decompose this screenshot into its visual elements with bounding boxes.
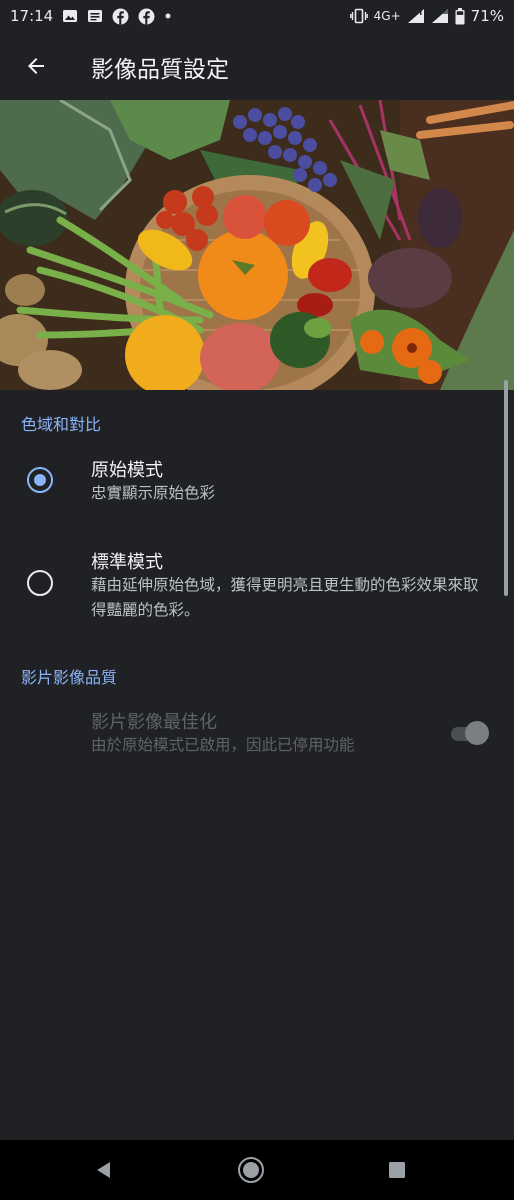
network-label: 4G+	[373, 9, 401, 23]
radio-original-mode[interactable]	[27, 467, 53, 493]
battery-icon	[455, 7, 465, 25]
status-time: 17:14	[10, 7, 54, 25]
nav-recents-button[interactable]	[381, 1154, 413, 1186]
option-original-mode[interactable]: 原始模式 忠實顯示原始色彩	[0, 448, 500, 518]
facebook-icon	[138, 8, 155, 25]
nav-back-button[interactable]	[88, 1154, 120, 1186]
dot-icon	[164, 12, 172, 20]
scrollbar[interactable]	[504, 380, 508, 596]
signal-icon	[407, 8, 425, 24]
news-icon	[87, 8, 103, 24]
screen: 17:14 4G+ 71% 影像品質設定 色域和對比 原始模式 忠實顯示原始色彩…	[0, 0, 514, 1200]
back-triangle-icon	[97, 1162, 110, 1178]
vegetable-basket-image	[0, 100, 514, 390]
video-optimization-item: 影片影像最佳化 由於原始模式已啟用，因此已停用功能	[0, 700, 500, 766]
recents-square-icon	[389, 1162, 405, 1178]
status-left: 17:14	[10, 7, 172, 25]
option-title: 原始模式	[91, 460, 163, 481]
vibrate-icon	[349, 8, 368, 24]
video-optimization-title: 影片影像最佳化	[91, 712, 217, 733]
facebook-icon	[112, 8, 129, 25]
option-summary: 藉由延伸原始色域，獲得更明亮且更生動的色彩效果來取得豔麗的色彩。	[91, 576, 479, 619]
section-header-video-quality: 影片影像品質	[21, 668, 118, 687]
arrow-left-icon	[28, 58, 44, 74]
option-title: 標準模式	[91, 552, 163, 573]
option-standard-mode[interactable]: 標準模式 藉由延伸原始色域，獲得更明亮且更生動的色彩效果來取得豔麗的色彩。	[0, 540, 500, 636]
battery-percent: 71%	[470, 7, 504, 25]
nav-home-button[interactable]	[235, 1154, 267, 1186]
section-header-color-gamut: 色域和對比	[21, 415, 102, 434]
status-right: 4G+ 71%	[349, 7, 504, 25]
hero-image	[0, 100, 514, 390]
back-button[interactable]	[14, 44, 58, 88]
video-optimization-summary: 由於原始模式已啟用，因此已停用功能	[91, 736, 355, 754]
option-summary: 忠實顯示原始色彩	[91, 484, 216, 502]
signal-icon	[431, 8, 449, 24]
video-optimization-toggle[interactable]	[449, 720, 491, 746]
image-icon	[62, 8, 78, 24]
toggle-thumb	[465, 721, 489, 745]
navigation-bar	[0, 1140, 514, 1200]
page-title: 影像品質設定	[91, 57, 229, 83]
status-bar: 17:14 4G+ 71%	[0, 0, 514, 32]
app-bar: 影像品質設定	[0, 32, 514, 100]
home-circle-icon	[238, 1157, 264, 1183]
radio-standard-mode[interactable]	[27, 570, 53, 596]
